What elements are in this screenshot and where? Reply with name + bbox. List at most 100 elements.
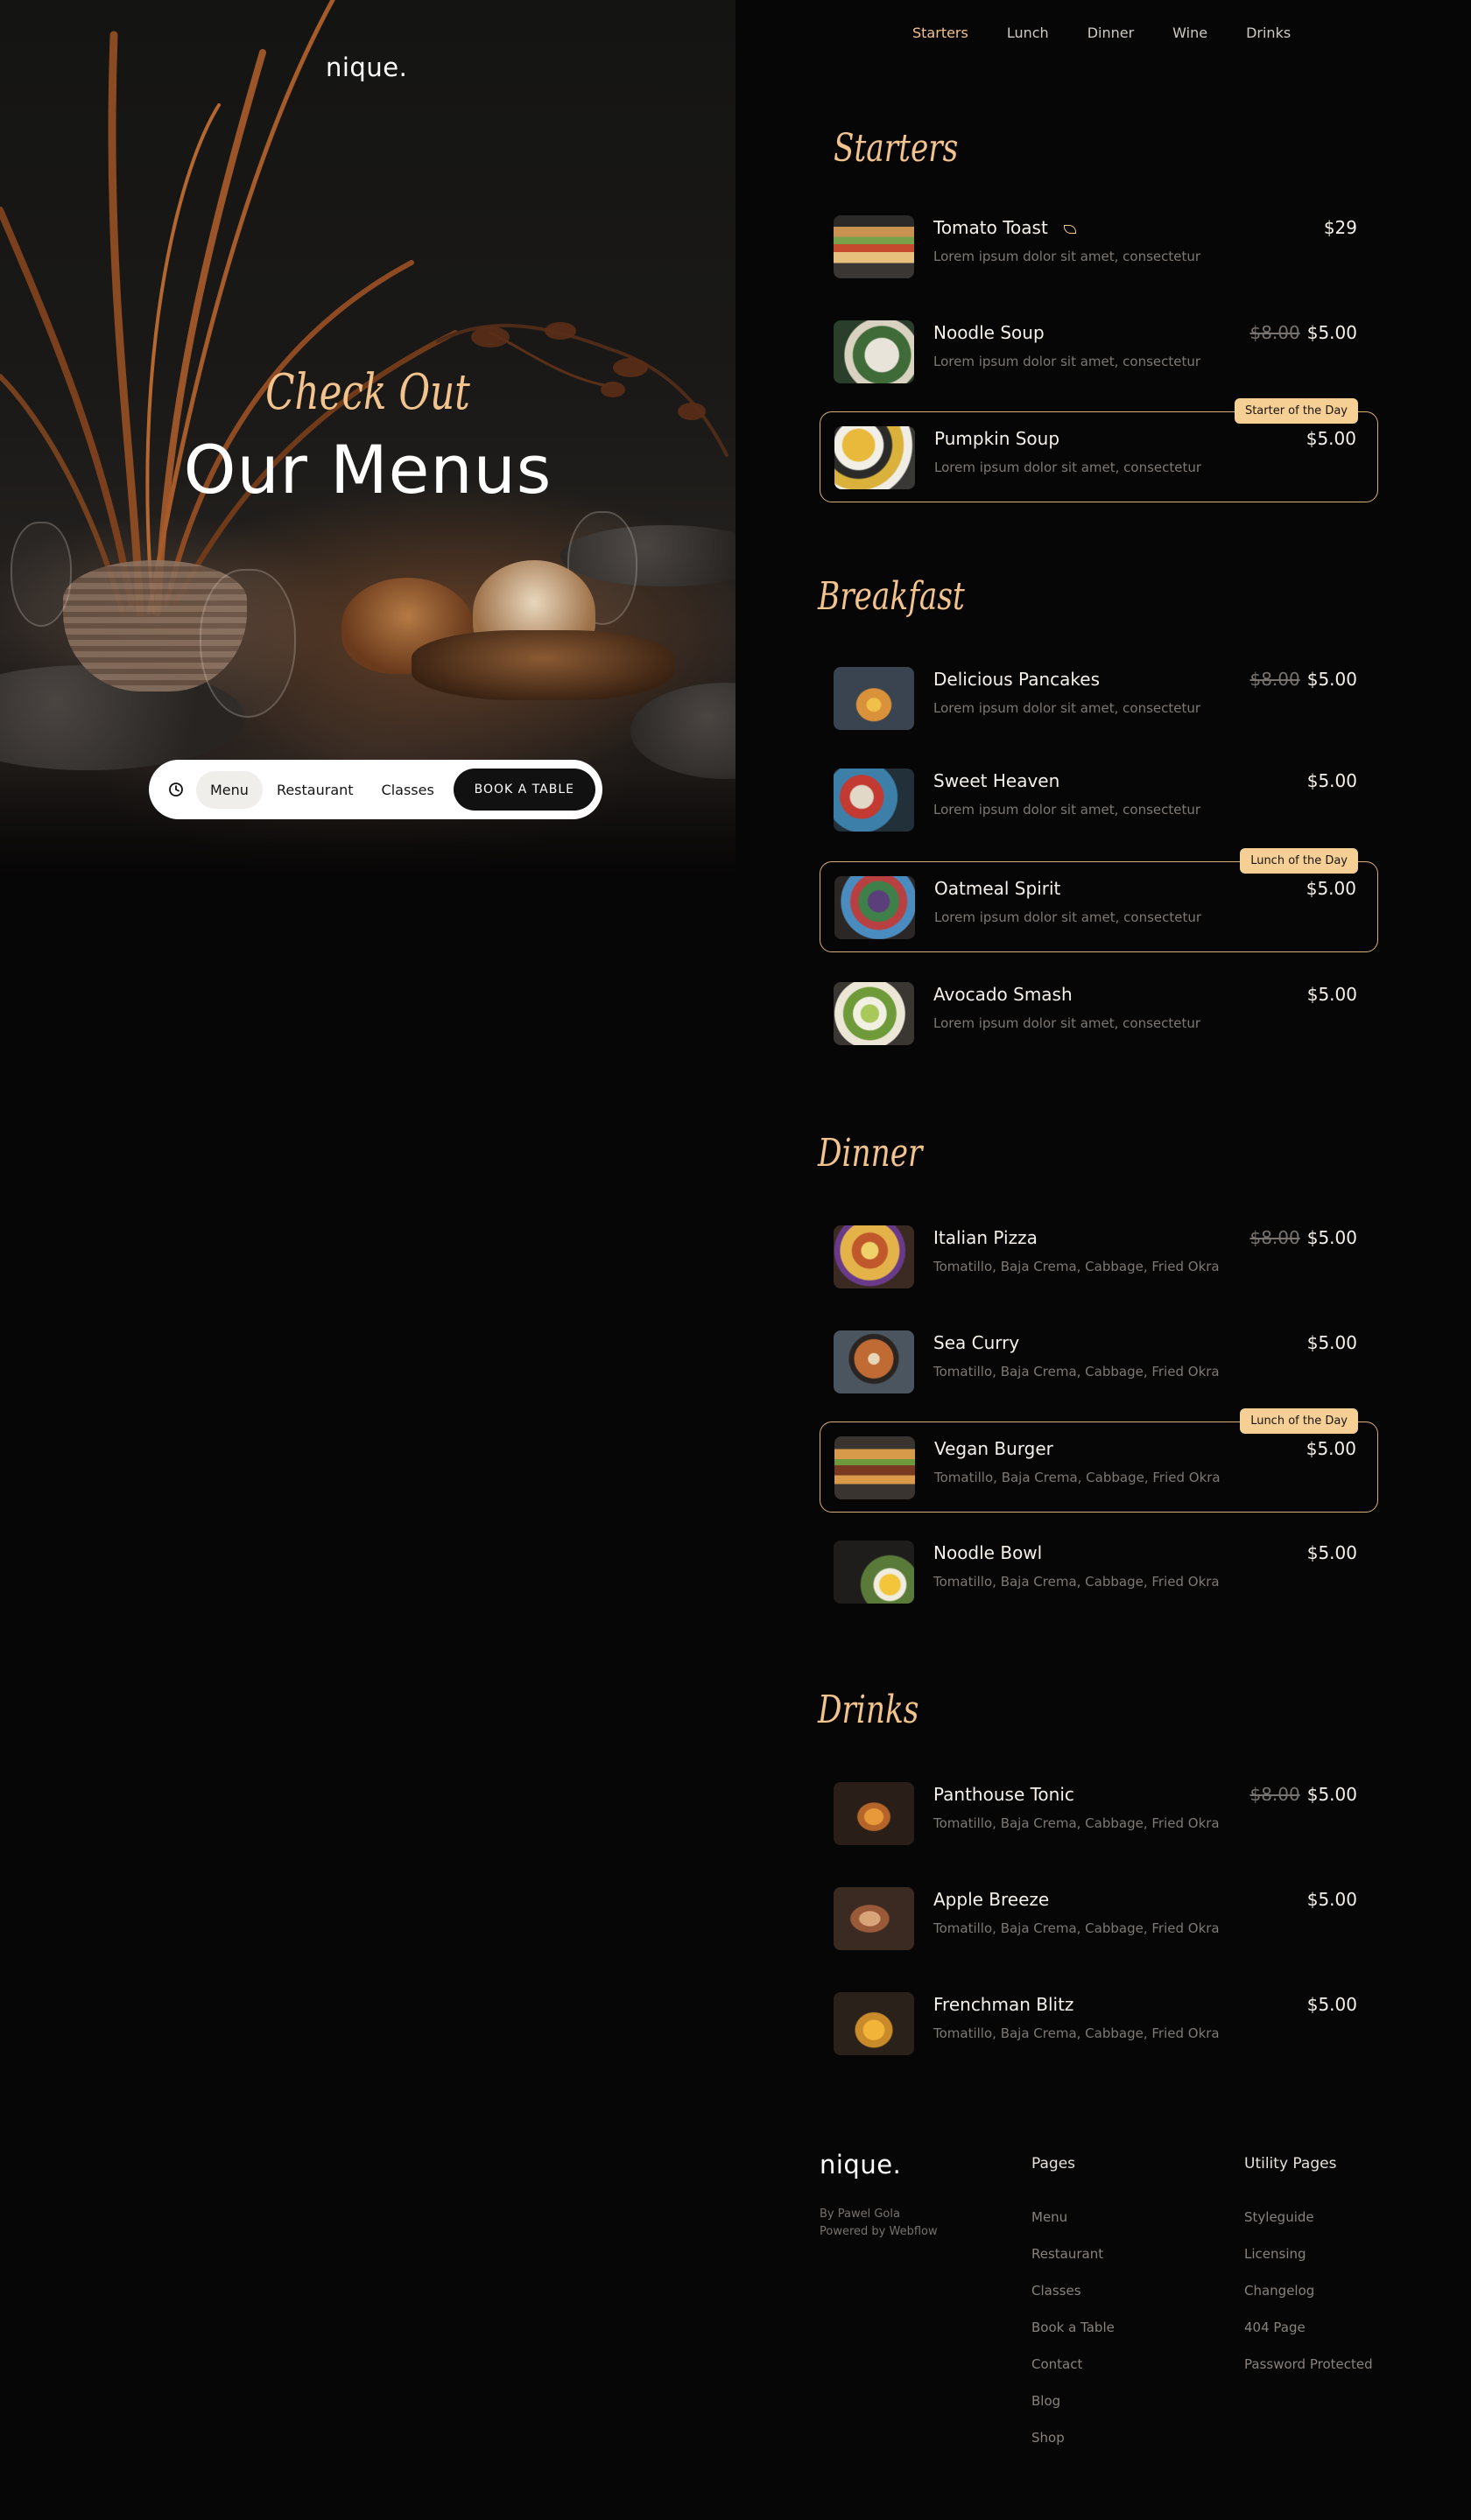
- item-price: $29: [1323, 217, 1357, 238]
- item-price: $5.00: [1306, 669, 1357, 690]
- nav-classes-link[interactable]: Classes: [368, 771, 448, 809]
- item-old-price: $8.00: [1249, 322, 1300, 343]
- food-thumbnail: [834, 1541, 914, 1604]
- footer-link-styleguide[interactable]: Styleguide: [1244, 2209, 1314, 2225]
- menu-item[interactable]: Italian Pizza Tomatillo, Baja Crema, Cab…: [820, 1211, 1378, 1302]
- footer-link-password-protected[interactable]: Password Protected: [1244, 2356, 1373, 2372]
- menu-item[interactable]: Noodle Soup Lorem ipsum dolor sit amet, …: [820, 306, 1378, 397]
- item-old-price: $8.00: [1249, 669, 1300, 690]
- tab-lunch[interactable]: Lunch: [988, 21, 1068, 45]
- item-price-wrap: $5.00: [1307, 984, 1357, 1005]
- item-description: Lorem ipsum dolor sit amet, consectetur: [933, 249, 1201, 264]
- item-price-wrap: $8.00 $5.00: [1249, 1227, 1357, 1248]
- item-description: Lorem ipsum dolor sit amet, consectetur: [933, 802, 1201, 818]
- item-price-wrap: $5.00: [1306, 428, 1356, 449]
- footer-link-404-page[interactable]: 404 Page: [1244, 2320, 1306, 2335]
- item-name: Frenchman Blitz: [933, 1994, 1074, 2015]
- tab-drinks[interactable]: Drinks: [1227, 21, 1310, 45]
- item-price: $5.00: [1306, 1994, 1357, 2015]
- food-thumbnail: [834, 876, 915, 939]
- item-badge: Lunch of the Day: [1240, 848, 1358, 874]
- item-description: Tomatillo, Baja Crema, Cabbage, Fried Ok…: [934, 1470, 1221, 1485]
- clock-button[interactable]: [161, 775, 191, 804]
- food-thumbnail: [834, 667, 914, 730]
- footer-link-restaurant[interactable]: Restaurant: [1031, 2246, 1103, 2262]
- menu-item[interactable]: Apple Breeze Tomatillo, Baja Crema, Cabb…: [820, 1873, 1378, 1964]
- item-price: $5.00: [1306, 1332, 1357, 1353]
- food-thumbnail: [834, 982, 914, 1045]
- item-price: $5.00: [1306, 1889, 1357, 1910]
- item-price: $5.00: [1306, 878, 1356, 899]
- item-description: Lorem ipsum dolor sit amet, consectetur: [934, 909, 1202, 925]
- section-title-dinner: Dinner: [818, 1131, 923, 1176]
- menu-item[interactable]: Tomato Toast Lorem ipsum dolor sit amet,…: [820, 201, 1378, 292]
- menu-item[interactable]: Sweet Heaven Lorem ipsum dolor sit amet,…: [820, 755, 1378, 846]
- section-title-starters: Starters: [834, 126, 959, 171]
- food-thumbnail: [834, 769, 914, 832]
- footer-link-book-a-table[interactable]: Book a Table: [1031, 2320, 1115, 2335]
- tab-wine[interactable]: Wine: [1153, 21, 1227, 45]
- item-description: Tomatillo, Baja Crema, Cabbage, Fried Ok…: [933, 1259, 1220, 1274]
- item-price-wrap: $5.00: [1307, 1889, 1357, 1910]
- item-price-wrap: $5.00: [1307, 770, 1357, 791]
- item-name: Delicious Pancakes: [933, 669, 1100, 690]
- item-description: Lorem ipsum dolor sit amet, consectetur: [933, 354, 1201, 369]
- item-price: $5.00: [1306, 1784, 1357, 1805]
- hero-logo[interactable]: nique.: [326, 53, 407, 82]
- item-price: $5.00: [1306, 984, 1357, 1005]
- hero-navbar: Menu Restaurant Classes BOOK A TABLE: [149, 760, 602, 819]
- tab-starters[interactable]: Starters: [893, 21, 988, 45]
- footer-link-classes[interactable]: Classes: [1031, 2283, 1081, 2299]
- menu-item[interactable]: Delicious Pancakes Lorem ipsum dolor sit…: [820, 653, 1378, 744]
- item-name: Tomato Toast: [933, 217, 1048, 238]
- footer-link-changelog[interactable]: Changelog: [1244, 2283, 1314, 2299]
- item-description: Lorem ipsum dolor sit amet, consectetur: [933, 700, 1201, 716]
- item-description: Tomatillo, Baja Crema, Cabbage, Fried Ok…: [933, 1920, 1220, 1936]
- footer-link-blog[interactable]: Blog: [1031, 2393, 1060, 2409]
- footer-credit[interactable]: By Pawel Gola: [820, 2208, 900, 2221]
- item-old-price: $8.00: [1249, 1227, 1300, 1248]
- clock-icon: [169, 783, 183, 797]
- item-price: $5.00: [1306, 428, 1356, 449]
- item-description: Tomatillo, Baja Crema, Cabbage, Fried Ok…: [933, 1815, 1220, 1831]
- item-old-price: $8.00: [1249, 1784, 1300, 1805]
- hero-section: nique. Check Out Our Menus Menu Restaura…: [0, 0, 736, 875]
- item-name: Apple Breeze: [933, 1889, 1050, 1910]
- item-name: Pumpkin Soup: [934, 428, 1060, 449]
- footer-credit[interactable]: Powered by Webflow: [820, 2225, 938, 2238]
- item-price-wrap: $8.00 $5.00: [1249, 669, 1357, 690]
- item-name: Sweet Heaven: [933, 770, 1060, 791]
- menu-item-featured[interactable]: Starter of the Day Pumpkin Soup Lorem ip…: [820, 398, 1378, 502]
- nav-menu-link[interactable]: Menu: [196, 770, 263, 809]
- menu-item[interactable]: Noodle Bowl Tomatillo, Baja Crema, Cabba…: [820, 1527, 1378, 1618]
- menu-item-featured[interactable]: Lunch of the Day Oatmeal Spirit Lorem ip…: [820, 848, 1378, 952]
- item-price: $5.00: [1306, 770, 1357, 791]
- nav-restaurant-link[interactable]: Restaurant: [263, 771, 368, 809]
- food-thumbnail: [834, 1887, 914, 1950]
- menu-item[interactable]: Sea Curry Tomatillo, Baja Crema, Cabbage…: [820, 1316, 1378, 1407]
- menu-item[interactable]: Panthouse Tonic Tomatillo, Baja Crema, C…: [820, 1768, 1378, 1859]
- item-price-wrap: $5.00: [1306, 878, 1356, 899]
- footer-link-contact[interactable]: Contact: [1031, 2356, 1082, 2372]
- item-price: $5.00: [1306, 322, 1357, 343]
- food-thumbnail: [834, 1992, 914, 2055]
- menu-category-tabs: Starters Lunch Dinner Wine Drinks: [893, 21, 1310, 45]
- footer-link-shop[interactable]: Shop: [1031, 2430, 1065, 2446]
- nuts: [412, 630, 674, 700]
- menu-item[interactable]: Frenchman Blitz Tomatillo, Baja Crema, C…: [820, 1978, 1378, 2069]
- food-thumbnail: [834, 1330, 914, 1393]
- item-price: $5.00: [1306, 1542, 1357, 1563]
- food-thumbnail: [834, 1782, 914, 1845]
- item-price-wrap: $8.00 $5.00: [1249, 322, 1357, 343]
- food-thumbnail: [834, 1436, 915, 1499]
- footer-link-menu[interactable]: Menu: [1031, 2209, 1067, 2225]
- footer-link-licensing[interactable]: Licensing: [1244, 2246, 1306, 2262]
- footer-logo[interactable]: nique.: [820, 2150, 901, 2180]
- tab-dinner[interactable]: Dinner: [1068, 21, 1153, 45]
- book-a-table-button[interactable]: BOOK A TABLE: [453, 769, 595, 811]
- menu-item-featured[interactable]: Lunch of the Day Vegan Burger Tomatillo,…: [820, 1408, 1378, 1513]
- menu-item[interactable]: Avocado Smash Lorem ipsum dolor sit amet…: [820, 968, 1378, 1059]
- item-name: Vegan Burger: [934, 1438, 1053, 1459]
- item-price-wrap: $5.00: [1307, 1332, 1357, 1353]
- wine-glass: [11, 522, 72, 627]
